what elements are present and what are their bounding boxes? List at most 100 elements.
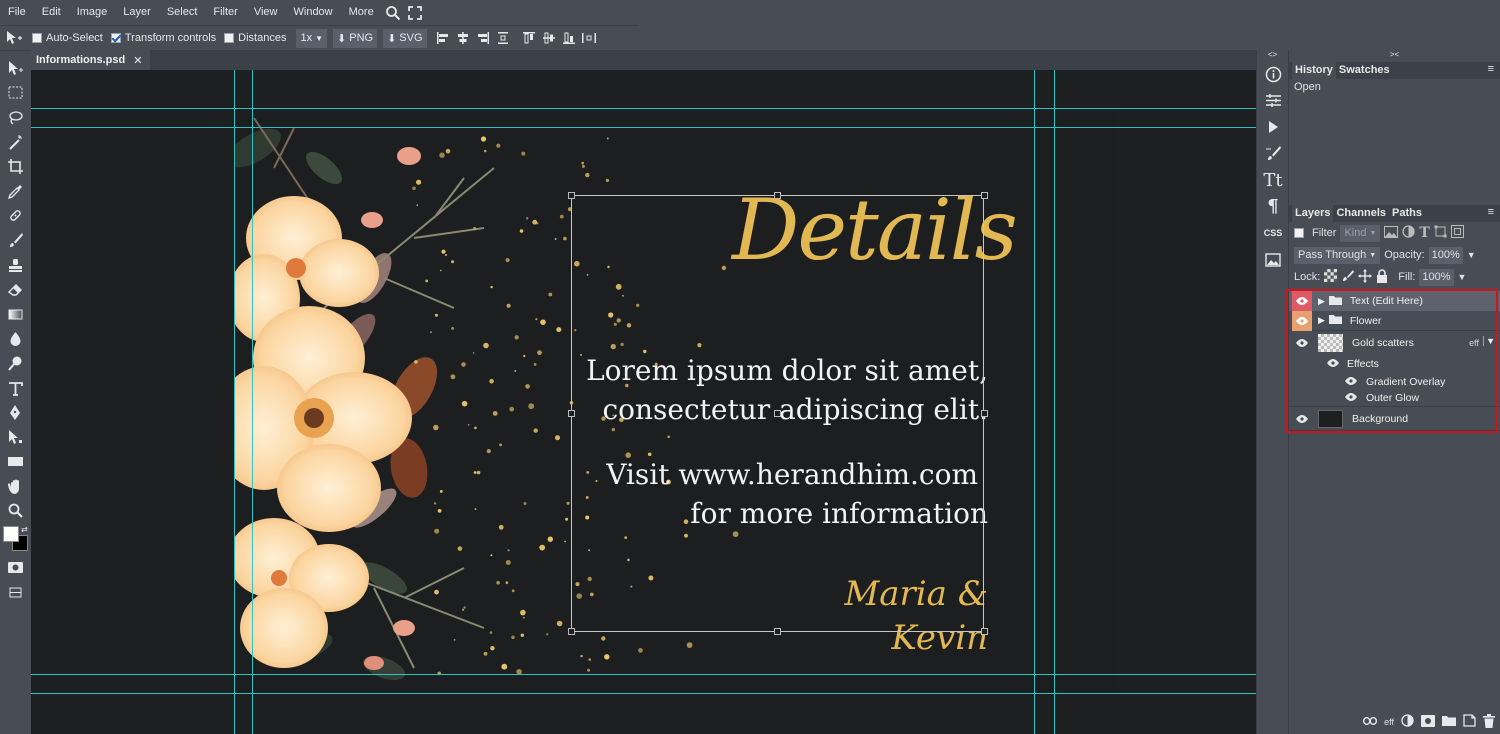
- tab-swatches[interactable]: Swatches: [1336, 62, 1393, 79]
- healing-tool[interactable]: [0, 204, 31, 229]
- opacity-dropdown-icon[interactable]: ▼: [1467, 250, 1476, 260]
- image-icon[interactable]: [1257, 248, 1289, 272]
- checkbox-box[interactable]: [224, 33, 235, 43]
- document-canvas[interactable]: Details Lorem ipsum dolor sit amet, cons…: [234, 108, 1114, 694]
- menu-view[interactable]: View: [246, 0, 286, 25]
- tab-history[interactable]: History: [1292, 62, 1336, 79]
- checkbox-box[interactable]: [32, 33, 42, 43]
- magic-wand-tool[interactable]: [0, 130, 31, 155]
- menu-edit[interactable]: Edit: [34, 0, 69, 25]
- align-right-icon[interactable]: [473, 26, 493, 51]
- delete-layer-icon[interactable]: [1483, 713, 1495, 731]
- shape-tool[interactable]: [0, 450, 31, 475]
- export-png-button[interactable]: ⬇ PNG: [333, 28, 378, 48]
- transform-handle[interactable]: [981, 628, 988, 635]
- add-mask-icon[interactable]: [1421, 714, 1435, 730]
- align-center-icon[interactable]: [453, 26, 473, 51]
- collapse-toggle[interactable]: ><: [1289, 50, 1500, 62]
- stamp-tool[interactable]: [0, 253, 31, 278]
- document-tab[interactable]: Informations.psd ✕: [31, 50, 151, 70]
- lock-paint-icon[interactable]: [1341, 269, 1355, 285]
- filter-smart-object-icon[interactable]: [1450, 225, 1464, 241]
- hand-tool[interactable]: [0, 474, 31, 499]
- panel-menu-icon[interactable]: ≡: [1488, 206, 1494, 218]
- filter-type-icon[interactable]: T: [1419, 225, 1429, 241]
- dodge-tool[interactable]: [0, 351, 31, 376]
- kind-select[interactable]: Kind ▼: [1340, 224, 1381, 242]
- filter-pixel-icon[interactable]: [1384, 225, 1399, 241]
- panel-menu-icon[interactable]: ≡: [1488, 63, 1494, 75]
- guide-vertical[interactable]: [252, 70, 253, 734]
- move-tool[interactable]: [0, 56, 31, 81]
- quick-mask-tool[interactable]: [0, 555, 31, 580]
- play-actions-icon[interactable]: [1257, 115, 1289, 139]
- filter-checkbox[interactable]: [1294, 228, 1304, 238]
- guide-horizontal[interactable]: [31, 108, 1256, 109]
- export-svg-button[interactable]: ⬇ SVG: [383, 28, 427, 48]
- transform-handle[interactable]: [568, 192, 575, 199]
- guide-vertical[interactable]: [1054, 70, 1055, 734]
- tab-paths[interactable]: Paths: [1389, 205, 1425, 222]
- new-layer-icon[interactable]: [1463, 714, 1476, 730]
- filter-shape-icon[interactable]: [1434, 225, 1447, 241]
- checkbox-box-checked[interactable]: [110, 33, 121, 43]
- align-left-icon[interactable]: [433, 26, 453, 51]
- css-icon[interactable]: CSS: [1257, 221, 1289, 245]
- transform-handle[interactable]: [568, 628, 575, 635]
- canvas-workspace[interactable]: Details Lorem ipsum dolor sit amet, cons…: [31, 70, 1256, 734]
- blend-mode-select[interactable]: Pass Through ▼: [1294, 246, 1381, 264]
- close-icon[interactable]: ✕: [133, 54, 142, 67]
- character-icon[interactable]: Tt: [1257, 168, 1289, 192]
- eraser-tool[interactable]: [0, 277, 31, 302]
- foreground-color-swatch[interactable]: [3, 526, 19, 543]
- align-top-icon[interactable]: [519, 26, 539, 51]
- add-effect-button[interactable]: eff: [1384, 717, 1394, 727]
- auto-select-checkbox[interactable]: Auto-Select: [32, 32, 103, 44]
- transform-handle[interactable]: [774, 192, 781, 199]
- paragraph-icon[interactable]: ¶: [1257, 195, 1289, 219]
- adjustment-layer-icon[interactable]: [1401, 714, 1414, 730]
- collapse-toggle[interactable]: <>: [1257, 50, 1288, 62]
- distances-checkbox[interactable]: Distances: [224, 32, 286, 44]
- lasso-tool[interactable]: [0, 105, 31, 130]
- brush-settings-icon[interactable]: [1257, 142, 1289, 166]
- search-icon[interactable]: [382, 0, 404, 25]
- transform-handle[interactable]: [981, 410, 988, 417]
- transform-handle[interactable]: [568, 410, 575, 417]
- transform-handle[interactable]: [981, 192, 988, 199]
- history-item[interactable]: Open: [1294, 81, 1495, 93]
- align-bottom-icon[interactable]: [559, 26, 579, 51]
- lock-move-icon[interactable]: [1358, 268, 1373, 286]
- menu-more[interactable]: More: [341, 0, 382, 25]
- gradient-tool[interactable]: [0, 302, 31, 327]
- blur-tool[interactable]: [0, 327, 31, 352]
- lock-all-icon[interactable]: [1376, 268, 1388, 286]
- fullscreen-icon[interactable]: [404, 0, 426, 25]
- eyedropper-tool[interactable]: [0, 179, 31, 204]
- guide-horizontal[interactable]: [31, 674, 1256, 675]
- transform-controls-checkbox[interactable]: Transform controls: [110, 32, 216, 44]
- filter-adjustment-icon[interactable]: [1402, 225, 1416, 241]
- tab-layers[interactable]: Layers: [1292, 205, 1334, 222]
- lock-transparency-icon[interactable]: [1324, 269, 1338, 285]
- crop-tool[interactable]: [0, 154, 31, 179]
- menu-image[interactable]: Image: [69, 0, 116, 25]
- menu-select[interactable]: Select: [159, 0, 206, 25]
- color-swatches[interactable]: ⇄: [0, 523, 31, 555]
- menu-window[interactable]: Window: [286, 0, 341, 25]
- menu-layer[interactable]: Layer: [115, 0, 159, 25]
- fill-input[interactable]: 100%: [1419, 268, 1454, 286]
- scale-select[interactable]: 1x ▼: [296, 28, 328, 48]
- transform-handle[interactable]: [774, 410, 781, 417]
- move-tool-icon[interactable]: [4, 26, 24, 51]
- zoom-tool[interactable]: [0, 499, 31, 524]
- transform-handle[interactable]: [774, 628, 781, 635]
- guide-horizontal[interactable]: [31, 127, 1256, 128]
- distribute-horizontal-icon[interactable]: [579, 26, 599, 51]
- link-layers-icon[interactable]: [1363, 716, 1378, 728]
- fill-dropdown-icon[interactable]: ▼: [1458, 272, 1467, 282]
- pen-tool[interactable]: [0, 400, 31, 425]
- guide-vertical[interactable]: [1034, 70, 1035, 734]
- opacity-input[interactable]: 100%: [1428, 246, 1463, 264]
- brush-tool[interactable]: [0, 228, 31, 253]
